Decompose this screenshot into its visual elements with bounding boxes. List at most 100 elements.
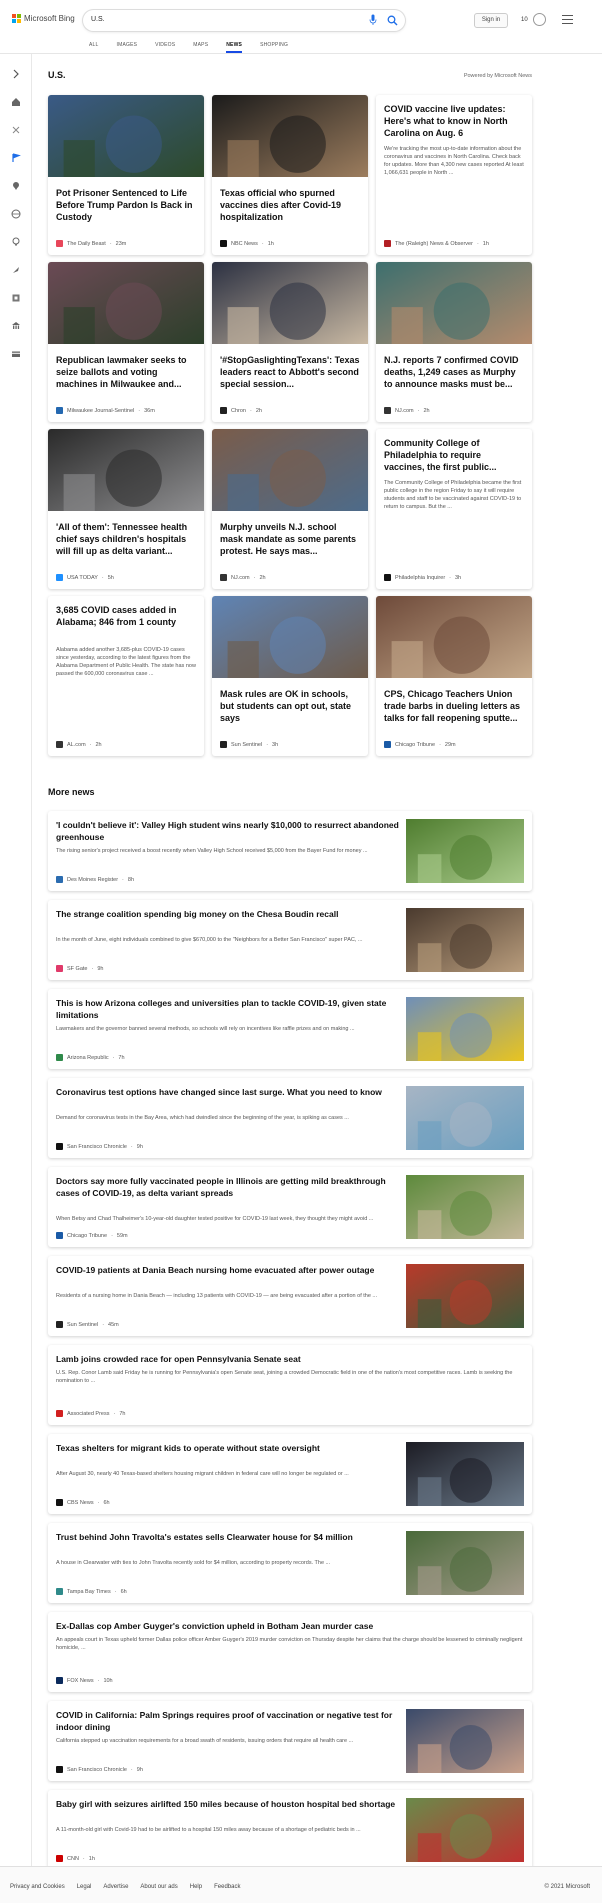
footer-link[interactable]: Legal xyxy=(77,1884,92,1890)
more-news-title[interactable]: COVID-19 patients at Dania Beach nursing… xyxy=(56,1264,406,1276)
news-card-title[interactable]: CPS, Chicago Teachers Union trade barbs … xyxy=(384,688,524,724)
news-card-title[interactable]: COVID vaccine live updates: Here's what … xyxy=(384,103,524,139)
news-card-source[interactable]: The (Raleigh) News & Observer · 1h xyxy=(384,240,489,247)
home-icon[interactable] xyxy=(10,96,21,107)
bing-logo[interactable]: Microsoft Bing xyxy=(12,14,75,23)
tab-all[interactable]: ALL xyxy=(89,42,99,48)
news-card[interactable]: Pot Prisoner Sentenced to Life Before Tr… xyxy=(48,95,204,255)
film-icon[interactable] xyxy=(10,292,21,303)
rewards-trophy-icon[interactable] xyxy=(533,13,546,26)
more-news-image[interactable] xyxy=(406,1175,524,1239)
more-news-title[interactable]: Trust behind John Travolta's estates sel… xyxy=(56,1531,406,1543)
news-card-title[interactable]: Murphy unveils N.J. school mask mandate … xyxy=(220,521,360,557)
source-name[interactable]: San Francisco Chronicle xyxy=(67,1144,127,1150)
footer-link[interactable]: Privacy and Cookies xyxy=(10,1884,65,1890)
source-name[interactable]: Arizona Republic xyxy=(67,1055,109,1061)
more-news-source[interactable]: CBS News · 6h xyxy=(56,1499,110,1506)
news-card[interactable]: Mask rules are OK in schools, but studen… xyxy=(212,596,368,756)
more-news-title[interactable]: Coronavirus test options have changed si… xyxy=(56,1086,406,1098)
more-news-title[interactable]: 'I couldn't believe it': Valley High stu… xyxy=(56,819,406,843)
more-news-title[interactable]: Ex-Dallas cop Amber Guyger's conviction … xyxy=(56,1620,524,1632)
more-news-image[interactable] xyxy=(406,1264,524,1328)
discover-icon[interactable] xyxy=(10,124,21,135)
news-card-image[interactable] xyxy=(48,95,204,177)
news-card-source[interactable]: USA TODAY · 5h xyxy=(56,574,114,581)
more-news-title[interactable]: This is how Arizona colleges and univers… xyxy=(56,997,406,1021)
source-name[interactable]: SF Gate xyxy=(67,966,87,972)
more-news-source[interactable]: FOX News · 10h xyxy=(56,1677,113,1684)
more-news-image[interactable] xyxy=(406,1086,524,1150)
more-news-source[interactable]: San Francisco Chronicle · 9h xyxy=(56,1766,143,1773)
footer-link[interactable]: Feedback xyxy=(214,1884,240,1890)
news-card[interactable]: CPS, Chicago Teachers Union trade barbs … xyxy=(376,596,532,756)
more-news-source[interactable]: SF Gate · 9h xyxy=(56,965,103,972)
news-card-source[interactable]: Chron · 2h xyxy=(220,407,262,414)
source-name[interactable]: Sun Sentinel xyxy=(67,1322,98,1328)
more-news-item[interactable]: Trust behind John Travolta's estates sel… xyxy=(48,1523,532,1603)
news-card-image[interactable] xyxy=(48,262,204,344)
news-card-source[interactable]: Sun Sentinel · 3h xyxy=(220,741,278,748)
news-card-title[interactable]: 'All of them': Tennessee health chief sa… xyxy=(56,521,196,557)
news-card-image[interactable] xyxy=(212,95,368,177)
news-card-title[interactable]: '#StopGaslightingTexans': Texas leaders … xyxy=(220,354,360,390)
news-card-image[interactable] xyxy=(376,596,532,678)
more-news-title[interactable]: The strange coalition spending big money… xyxy=(56,908,406,920)
source-name[interactable]: San Francisco Chronicle xyxy=(67,1767,127,1773)
news-card-title[interactable]: Community College of Philadelphia to req… xyxy=(384,437,524,473)
source-name[interactable]: The Daily Beast xyxy=(67,241,106,247)
more-news-item[interactable]: Doctors say more fully vaccinated people… xyxy=(48,1167,532,1247)
globe-icon[interactable] xyxy=(10,208,21,219)
more-news-source[interactable]: San Francisco Chronicle · 9h xyxy=(56,1143,143,1150)
card-icon[interactable] xyxy=(10,348,21,359)
source-name[interactable]: Chicago Tribune xyxy=(395,742,435,748)
news-card-title[interactable]: Mask rules are OK in schools, but studen… xyxy=(220,688,360,724)
more-news-item[interactable]: Coronavirus test options have changed si… xyxy=(48,1078,532,1158)
more-news-image[interactable] xyxy=(406,908,524,972)
chevron-right-icon[interactable] xyxy=(10,68,21,79)
news-card[interactable]: Community College of Philadelphia to req… xyxy=(376,429,532,589)
more-news-image[interactable] xyxy=(406,1531,524,1595)
news-card-source[interactable]: The Daily Beast · 23m xyxy=(56,240,126,247)
more-news-source[interactable]: CNN · 1h xyxy=(56,1855,95,1862)
news-card[interactable]: 'All of them': Tennessee health chief sa… xyxy=(48,429,204,589)
footer-link[interactable]: About our ads xyxy=(140,1884,177,1890)
news-card-title[interactable]: N.J. reports 7 confirmed COVID deaths, 1… xyxy=(384,354,524,390)
bank-icon[interactable] xyxy=(10,320,21,331)
search-query[interactable]: U.S. xyxy=(91,16,105,23)
news-card-source[interactable]: NJ.com · 2h xyxy=(384,407,430,414)
more-news-image[interactable] xyxy=(406,819,524,883)
more-news-item[interactable]: 'I couldn't believe it': Valley High stu… xyxy=(48,811,532,891)
flag-icon[interactable] xyxy=(10,152,21,163)
tab-shopping[interactable]: SHOPPING xyxy=(260,42,288,48)
source-name[interactable]: The (Raleigh) News & Observer xyxy=(395,241,473,247)
news-card-source[interactable]: NBC News · 1h xyxy=(220,240,274,247)
source-name[interactable]: Associated Press xyxy=(67,1411,110,1417)
more-news-title[interactable]: Texas shelters for migrant kids to opera… xyxy=(56,1442,406,1454)
source-name[interactable]: AL.com xyxy=(67,742,86,748)
source-name[interactable]: NBC News xyxy=(231,241,258,247)
source-name[interactable]: Sun Sentinel xyxy=(231,742,262,748)
news-card-source[interactable]: NJ.com · 2h xyxy=(220,574,266,581)
news-card-title[interactable]: 3,685 COVID cases added in Alabama; 846 … xyxy=(56,604,196,628)
more-news-source[interactable]: Associated Press · 7h xyxy=(56,1410,125,1417)
location-icon[interactable] xyxy=(10,180,21,191)
news-card-source[interactable]: Philadelphia Inquirer · 3h xyxy=(384,574,461,581)
more-news-item[interactable]: Texas shelters for migrant kids to opera… xyxy=(48,1434,532,1514)
more-news-source[interactable]: Tampa Bay Times · 6h xyxy=(56,1588,127,1595)
footer-link[interactable]: Help xyxy=(190,1884,202,1890)
more-news-source[interactable]: Chicago Tribune · 59m xyxy=(56,1232,128,1239)
source-name[interactable]: NJ.com xyxy=(395,408,414,414)
news-card-image[interactable] xyxy=(48,429,204,511)
more-news-image[interactable] xyxy=(406,1709,524,1773)
hamburger-menu-icon[interactable] xyxy=(562,15,573,24)
news-card[interactable]: 3,685 COVID cases added in Alabama; 846 … xyxy=(48,596,204,756)
source-name[interactable]: USA TODAY xyxy=(67,575,98,581)
news-card-image[interactable] xyxy=(212,429,368,511)
more-news-image[interactable] xyxy=(406,1798,524,1862)
source-name[interactable]: Milwaukee Journal-Sentinel xyxy=(67,408,134,414)
source-name[interactable]: CNN xyxy=(67,1856,79,1862)
news-card-title[interactable]: Republican lawmaker seeks to seize ballo… xyxy=(56,354,196,390)
source-name[interactable]: Chron xyxy=(231,408,246,414)
tab-videos[interactable]: VIDEOS xyxy=(155,42,175,48)
news-card[interactable]: Murphy unveils N.J. school mask mandate … xyxy=(212,429,368,589)
